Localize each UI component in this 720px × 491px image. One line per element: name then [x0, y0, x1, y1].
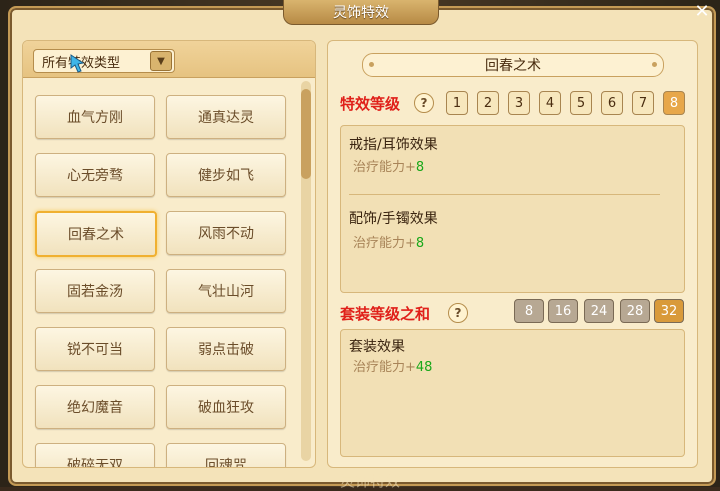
filter-bar: 所有特效类型 ▼ — [23, 41, 315, 78]
accessory-bracelet-effect-value: 治疗能力+8 — [353, 236, 425, 251]
effect-button[interactable]: 绝幻魔音 — [35, 385, 155, 429]
effect-button[interactable]: 回魂咒 — [166, 443, 286, 467]
level-button[interactable]: 6 — [601, 91, 623, 115]
help-icon[interactable]: ? — [448, 303, 468, 323]
ring-earring-effect-value: 治疗能力+8 — [353, 160, 425, 175]
effect-type-dropdown[interactable]: 所有特效类型 ▼ — [33, 49, 175, 73]
piece-effect-box: 戒指/耳饰效果 治疗能力+8 配饰/手镯效果 治疗能力+8 — [340, 125, 685, 293]
effect-name-banner: 回春之术 — [362, 53, 664, 77]
effect-list-panel: 所有特效类型 ▼ 血气方刚 通真达灵 心无旁骛 健步如飞 回春之术 风雨不动 固… — [22, 40, 316, 468]
chevron-down-icon[interactable]: ▼ — [150, 51, 172, 71]
level-button[interactable]: 1 — [446, 91, 468, 115]
close-icon[interactable]: ✕ — [694, 3, 710, 21]
ring-earring-effect-heading: 戒指/耳饰效果 — [349, 137, 438, 153]
level-button[interactable]: 4 — [539, 91, 561, 115]
effect-button-selected[interactable]: 回春之术 — [35, 211, 157, 257]
set-sum-button[interactable]: 16 — [548, 299, 578, 323]
set-effect-value: 治疗能力+48 — [353, 360, 433, 375]
set-sum-button-selected[interactable]: 32 — [654, 299, 684, 323]
effect-detail-panel: 回春之术 特效等级 ? 1 2 3 4 5 6 7 8 戒指/耳饰效果 治疗能力… — [327, 40, 698, 468]
effect-button[interactable]: 锐不可当 — [35, 327, 155, 371]
level-button-selected[interactable]: 8 — [663, 91, 685, 115]
effect-name: 回春之术 — [485, 58, 541, 74]
effect-button[interactable]: 血气方刚 — [35, 95, 155, 139]
bottom-tab-label: 灵饰特效 — [339, 472, 400, 490]
effect-button[interactable]: 健步如飞 — [166, 153, 286, 197]
accessory-bracelet-effect-heading: 配饰/手镯效果 — [349, 211, 438, 227]
dialog-title: 灵饰特效 — [283, 0, 439, 25]
scrollbar[interactable] — [301, 81, 311, 461]
cursor-icon — [70, 54, 85, 73]
set-effect-box: 套装效果 治疗能力+48 — [340, 329, 685, 457]
level-button[interactable]: 7 — [632, 91, 654, 115]
effect-button[interactable]: 气壮山河 — [166, 269, 286, 313]
effect-button[interactable]: 固若金汤 — [35, 269, 155, 313]
effect-button[interactable]: 破血狂攻 — [166, 385, 286, 429]
level-button[interactable]: 2 — [477, 91, 499, 115]
effect-type-value: 所有特效类型 — [34, 52, 150, 71]
effect-level-label: 特效等级 — [340, 95, 401, 113]
divider — [349, 194, 660, 195]
set-effect-heading: 套装效果 — [349, 339, 405, 355]
set-level-sum-label: 套装等级之和 — [340, 305, 431, 323]
effect-button[interactable]: 通真达灵 — [166, 95, 286, 139]
effect-button[interactable]: 破碎无双 — [35, 443, 155, 467]
effect-button[interactable]: 心无旁骛 — [35, 153, 155, 197]
effect-button[interactable]: 弱点击破 — [166, 327, 286, 371]
level-button[interactable]: 5 — [570, 91, 592, 115]
set-sum-button[interactable]: 28 — [620, 299, 650, 323]
effect-button[interactable]: 风雨不动 — [166, 211, 286, 255]
level-button[interactable]: 3 — [508, 91, 530, 115]
scrollbar-thumb[interactable] — [301, 89, 311, 179]
help-icon[interactable]: ? — [414, 93, 434, 113]
set-sum-button[interactable]: 8 — [514, 299, 544, 323]
set-sum-button[interactable]: 24 — [584, 299, 614, 323]
dialog-title-text: 灵饰特效 — [333, 5, 389, 21]
